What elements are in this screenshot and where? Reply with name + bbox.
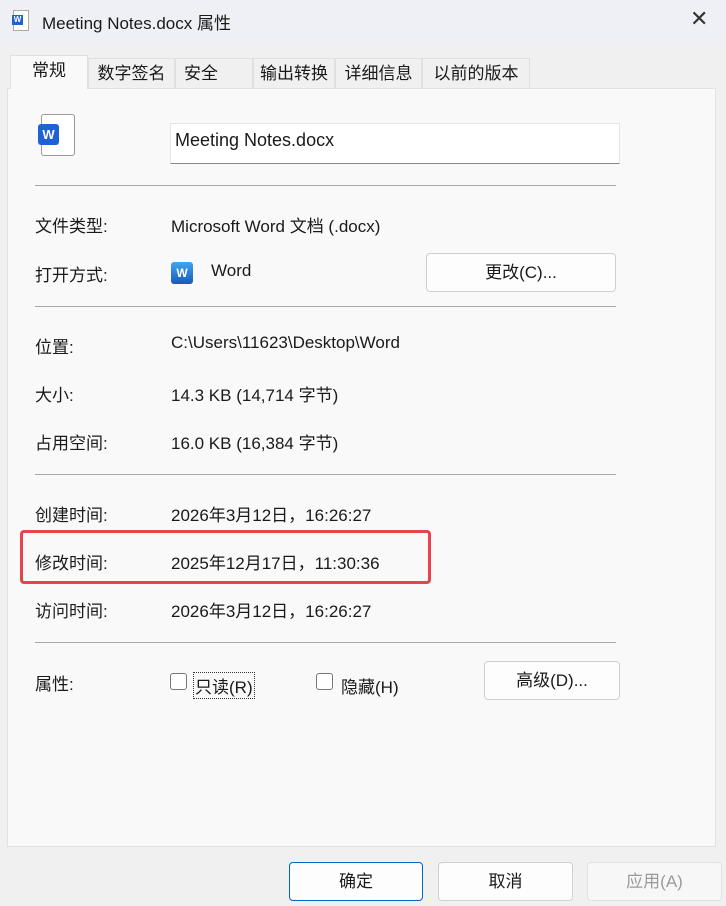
divider (35, 185, 616, 186)
opens-with-label: 打开方式: (35, 266, 108, 285)
advanced-button[interactable]: 高级(D)... (484, 661, 620, 700)
location-label: 位置: (35, 338, 74, 357)
attributes-label: 属性: (35, 675, 74, 694)
cancel-button[interactable]: 取消 (438, 862, 573, 901)
size-on-disk-label: 占用空间: (35, 434, 108, 453)
modified-label: 修改时间: (35, 554, 108, 573)
tab-output-conversion[interactable]: 输出转换 (253, 58, 335, 88)
document-icon: W (38, 114, 75, 156)
tab-general[interactable]: 常规 (10, 55, 88, 89)
word-app-icon: W (171, 262, 193, 284)
window-title: Meeting Notes.docx 属性 (42, 14, 231, 33)
size-value: 14.3 KB (14,714 字节) (171, 386, 339, 405)
created-value: 2026年3月12日，16:26:27 (171, 506, 372, 525)
readonly-label[interactable]: 只读(R) (193, 672, 255, 699)
size-on-disk-value: 16.0 KB (16,384 字节) (171, 434, 339, 453)
close-button[interactable]: ✕ (690, 6, 708, 32)
file-type-value: Microsoft Word 文档 (.docx) (171, 217, 381, 236)
tab-security[interactable]: 安全 (175, 58, 253, 88)
accessed-value: 2026年3月12日，16:26:27 (171, 602, 372, 621)
tab-details[interactable]: 详细信息 (335, 58, 422, 88)
file-type-label: 文件类型: (35, 217, 108, 236)
location-value: C:\Users\11623\Desktop\Word (171, 333, 400, 352)
opens-with-value: Word (211, 261, 252, 280)
hidden-checkbox[interactable] (316, 673, 333, 690)
tab-previous-versions[interactable]: 以前的版本 (422, 58, 530, 88)
accessed-label: 访问时间: (35, 602, 108, 621)
readonly-checkbox[interactable] (170, 673, 187, 690)
file-name-input[interactable]: Meeting Notes.docx (170, 123, 620, 164)
divider (35, 306, 616, 307)
word-file-icon: W (12, 10, 29, 31)
divider (35, 474, 616, 475)
hidden-label[interactable]: 隐藏(H) (341, 673, 399, 698)
tab-digital-signature[interactable]: 数字签名 (88, 58, 175, 88)
ok-button[interactable]: 确定 (289, 862, 423, 901)
created-label: 创建时间: (35, 506, 108, 525)
change-button[interactable]: 更改(C)... (426, 253, 616, 292)
apply-button[interactable]: 应用(A) (587, 862, 722, 901)
modified-value: 2025年12月17日，11:30:36 (171, 554, 380, 573)
size-label: 大小: (35, 386, 74, 405)
general-panel (7, 88, 716, 847)
divider (35, 642, 616, 643)
